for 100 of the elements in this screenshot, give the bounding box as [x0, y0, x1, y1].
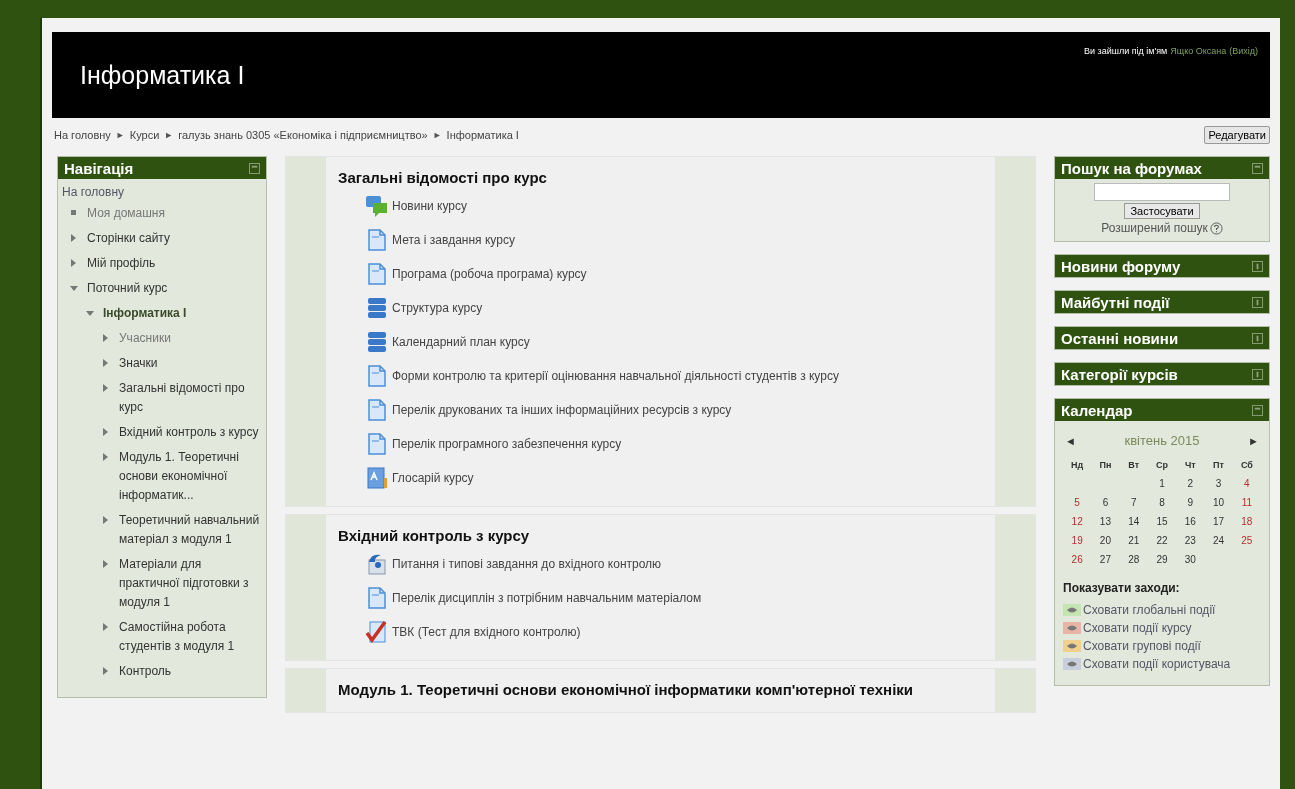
- expand-arrow-icon[interactable]: [102, 384, 110, 392]
- collapse-icon[interactable]: [249, 162, 260, 174]
- collapse-icon[interactable]: [1252, 260, 1263, 272]
- user-link[interactable]: Ящко Оксана: [1170, 46, 1227, 56]
- document-icon: [365, 432, 389, 456]
- expand-arrow-icon[interactable]: [70, 259, 78, 267]
- activity-link[interactable]: Програма (робоча програма) курсу: [392, 267, 587, 281]
- expand-arrow-icon[interactable]: [102, 453, 110, 461]
- advanced-search-link[interactable]: Розширений пошук: [1101, 221, 1208, 235]
- expand-arrow-icon[interactable]: [70, 284, 78, 292]
- apply-button[interactable]: Застосувати: [1124, 203, 1200, 219]
- expand-arrow-icon[interactable]: [102, 359, 110, 367]
- calendar-day[interactable]: 26: [1063, 554, 1092, 565]
- breadcrumb-link[interactable]: Курси: [129, 129, 160, 141]
- calendar-day[interactable]: 6: [1091, 497, 1120, 508]
- collapse-icon[interactable]: [1252, 296, 1263, 308]
- help-icon[interactable]: [1209, 221, 1223, 235]
- nav-item[interactable]: Інформатика I: [103, 304, 187, 323]
- nav-item[interactable]: Матеріали для практичної підготовки з модуля 1: [119, 555, 262, 612]
- nav-item[interactable]: Модуль 1. Теоретичні основи економічної інформатик...: [119, 448, 262, 505]
- calendar-day[interactable]: 24: [1204, 535, 1233, 546]
- breadcrumb-link[interactable]: На головну: [54, 129, 111, 141]
- block-title: Новини форуму: [1061, 257, 1181, 275]
- calendar-day[interactable]: 30: [1176, 554, 1205, 565]
- calendar-day[interactable]: 1: [1147, 478, 1177, 489]
- calendar-day[interactable]: 17: [1204, 516, 1233, 527]
- nav-link[interactable]: На головну: [62, 185, 262, 199]
- document-icon: [365, 262, 389, 286]
- activity-link[interactable]: Мета і завдання курсу: [392, 233, 515, 247]
- activity-link[interactable]: Новини курсу: [392, 199, 467, 213]
- breadcrumb-link[interactable]: Інформатика I: [446, 129, 519, 141]
- calendar-day[interactable]: 7: [1119, 497, 1148, 508]
- calendar-day[interactable]: 4: [1232, 478, 1261, 489]
- expand-arrow-icon[interactable]: [102, 560, 110, 568]
- legend-link[interactable]: Сховати події користувача: [1083, 657, 1231, 671]
- nav-item[interactable]: Учасники: [119, 329, 171, 348]
- calendar-day[interactable]: 15: [1147, 516, 1177, 527]
- calendar-day[interactable]: 25: [1232, 535, 1261, 546]
- expand-arrow-icon[interactable]: [102, 623, 110, 631]
- collapse-icon[interactable]: [1252, 404, 1263, 416]
- calendar-day[interactable]: 19: [1063, 535, 1092, 546]
- weekday-label: Чт: [1183, 460, 1197, 470]
- collapse-icon[interactable]: [1252, 162, 1263, 174]
- expand-arrow-icon[interactable]: [102, 667, 110, 675]
- nav-item[interactable]: Сторінки сайту: [87, 229, 170, 248]
- calendar-day[interactable]: 9: [1176, 497, 1205, 508]
- activity-link[interactable]: Питання і типові завдання до вхідного контролю: [392, 557, 662, 571]
- calendar-day[interactable]: 2: [1176, 478, 1205, 489]
- activity-link[interactable]: Форми контролю та критерії оцінювання навчальної діяльності студентів з курсу: [392, 369, 839, 383]
- nav-item[interactable]: Загальні відомості про курс: [119, 379, 262, 417]
- nav-item[interactable]: Вхідний контроль з курсу: [119, 423, 259, 442]
- calendar-day[interactable]: 14: [1119, 516, 1148, 527]
- calendar-day[interactable]: 21: [1119, 535, 1148, 546]
- calendar-day[interactable]: 23: [1176, 535, 1205, 546]
- legend-link[interactable]: Сховати групові події: [1083, 639, 1201, 653]
- nav-item[interactable]: Теоретичний навчальний матеріал з модуля 1: [119, 511, 262, 549]
- calendar-day[interactable]: 22: [1147, 535, 1177, 546]
- nav-item[interactable]: Контроль: [119, 662, 172, 681]
- nav-item[interactable]: Самостійна робота студентів з модуля 1: [119, 618, 262, 656]
- nav-item[interactable]: Значки: [119, 354, 158, 373]
- calendar-day[interactable]: 10: [1204, 497, 1233, 508]
- breadcrumb-link[interactable]: галузь знань 0305 «Економіка і підприємництво»: [178, 129, 428, 141]
- calendar-day[interactable]: 27: [1091, 554, 1120, 565]
- activity-link[interactable]: Глосарій курсу: [392, 471, 474, 485]
- expand-arrow-icon[interactable]: [102, 334, 110, 342]
- nav-item[interactable]: Поточний курс: [87, 279, 168, 298]
- collapse-icon[interactable]: [1252, 368, 1263, 380]
- edit-button[interactable]: Редагувати: [1204, 126, 1270, 144]
- calendar-day[interactable]: 18: [1232, 516, 1261, 527]
- nav-item[interactable]: Мій профіль: [87, 254, 156, 273]
- calendar-day[interactable]: 16: [1176, 516, 1205, 527]
- logout-link[interactable]: (Вихід): [1229, 46, 1258, 56]
- expand-arrow-icon[interactable]: [86, 309, 94, 317]
- activity-link[interactable]: ТВК (Тест для вхідного контролю): [392, 625, 581, 639]
- activity-link[interactable]: Перелік друкованих та інших інформаційних ресурсів з курсу: [392, 403, 732, 417]
- legend-link[interactable]: Сховати глобальні події: [1083, 603, 1216, 617]
- next-month-link[interactable]: ►: [1248, 434, 1259, 447]
- calendar-day[interactable]: 11: [1232, 497, 1261, 508]
- calendar-day[interactable]: 12: [1063, 516, 1092, 527]
- calendar-day[interactable]: 29: [1147, 554, 1177, 565]
- search-field[interactable]: [1094, 183, 1230, 201]
- expand-arrow-icon[interactable]: [102, 516, 110, 524]
- calendar-day[interactable]: 5: [1063, 497, 1092, 508]
- calendar-day[interactable]: 28: [1119, 554, 1148, 565]
- calendar-day[interactable]: 8: [1147, 497, 1177, 508]
- calendar-day[interactable]: 20: [1091, 535, 1120, 546]
- expand-arrow-icon[interactable]: [102, 428, 110, 436]
- nav-item[interactable]: Моя домашня: [87, 204, 165, 223]
- calendar-day[interactable]: 13: [1091, 516, 1120, 527]
- collapse-icon[interactable]: [1252, 332, 1263, 344]
- month-title: квітень 2015: [1124, 433, 1200, 448]
- activity-link[interactable]: Перелік програмного забезпечення курсу: [392, 437, 622, 451]
- legend-link[interactable]: Сховати події курсу: [1083, 621, 1192, 635]
- expand-arrow-icon[interactable]: [70, 234, 78, 242]
- previous-month-link[interactable]: ◄: [1065, 434, 1076, 447]
- activity-link[interactable]: Календарний план курсу: [392, 335, 530, 349]
- bullet-icon: [70, 209, 78, 217]
- calendar-day[interactable]: 3: [1204, 478, 1233, 489]
- activity-link[interactable]: Перелік дисциплін з потрібним навчальним матеріалом: [392, 591, 702, 605]
- activity-link[interactable]: Структура курсу: [392, 301, 483, 315]
